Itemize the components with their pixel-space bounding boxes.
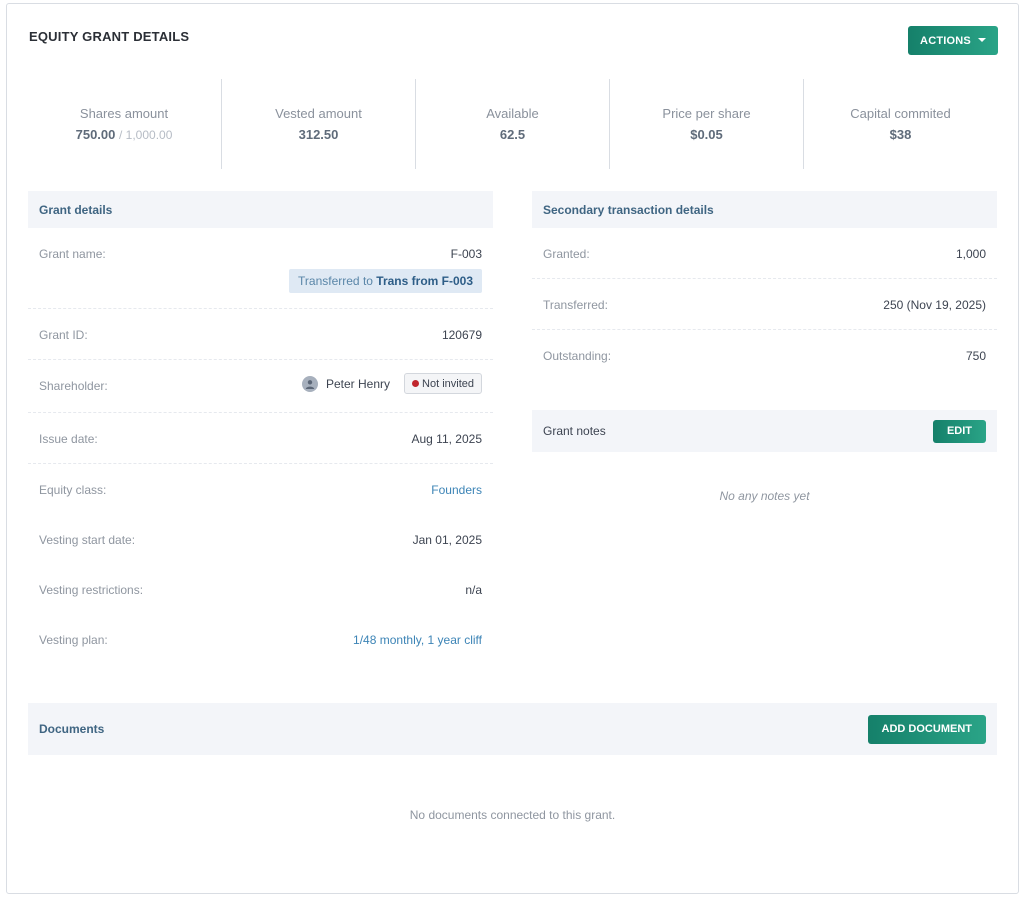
stat-vested-value: 312.50 (298, 127, 339, 142)
transferred-label: Transferred: (543, 298, 608, 312)
stat-capital: Capital commited $38 (803, 79, 997, 169)
page-title: EQUITY GRANT DETAILS (29, 29, 190, 44)
row-grant-id: Grant ID: 120679 (28, 309, 493, 360)
row-shareholder: Shareholder: Peter Henry Not invited (28, 360, 493, 413)
row-vesting-plan: Vesting plan: 1/48 monthly, 1 year cliff (28, 614, 493, 664)
stat-capital-value: $38 (889, 127, 912, 142)
notes-empty-text: No any notes yet (719, 489, 810, 503)
outstanding-value: 750 (965, 349, 986, 363)
grant-name-value: F-003 (450, 247, 482, 261)
vesting-start-label: Vesting start date: (39, 533, 136, 547)
vesting-plan-label: Vesting plan: (39, 633, 108, 647)
status-badge: Not invited (404, 373, 482, 394)
secondary-details-header: Secondary transaction details (532, 191, 997, 228)
stat-shares-value: 750.00 / 1,000.00 (76, 127, 173, 142)
transfer-prefix: Transferred to (298, 274, 373, 288)
documents-empty-text: No documents connected to this grant. (409, 808, 616, 822)
stat-available: Available 62.5 (415, 79, 609, 169)
shareholder-cell: Peter Henry Not invited (301, 360, 482, 394)
row-grant-name: Grant name: F-003 Transferred to Trans f… (28, 228, 493, 309)
grant-id-label: Grant ID: (39, 328, 88, 342)
row-transferred: Transferred: 250 (Nov 19, 2025) (532, 279, 997, 330)
equity-grant-card: EQUITY GRANT DETAILS ACTIONS Shares amou… (6, 3, 1019, 894)
equity-class-label: Equity class: (39, 483, 107, 497)
grant-notes-title: Grant notes (543, 424, 606, 438)
caret-down-icon (977, 37, 986, 42)
documents-title: Documents (39, 722, 105, 736)
equity-class-link[interactable]: Founders (431, 464, 482, 497)
grant-details-header: Grant details (28, 191, 493, 228)
issue-date-label: Issue date: (39, 432, 98, 446)
row-granted: Granted: 1,000 (532, 228, 997, 279)
granted-value: 1,000 (955, 247, 986, 261)
status-dot-icon (412, 380, 420, 387)
stat-shares: Shares amount 750.00 / 1,000.00 (27, 79, 221, 169)
add-document-button[interactable]: ADD DOCUMENT (867, 714, 986, 744)
edit-notes-button[interactable]: EDIT (932, 419, 986, 443)
stat-vested-label: Vested amount (275, 106, 362, 121)
stat-price-label: Price per share (662, 106, 751, 121)
transferred-value: 250 (Nov 19, 2025) (883, 298, 986, 312)
outstanding-label: Outstanding: (543, 349, 612, 363)
stat-shares-amount: 750.00 (75, 127, 116, 142)
row-outstanding: Outstanding: 750 (532, 330, 997, 380)
transfer-target-link[interactable]: Trans from F-003 (376, 274, 473, 288)
status-badge-label: Not invited (422, 377, 474, 390)
stat-shares-total: / 1,000.00 (119, 128, 173, 142)
actions-button-label: ACTIONS (920, 34, 971, 47)
row-equity-class: Equity class: Founders (28, 464, 493, 514)
granted-label: Granted: (543, 247, 590, 261)
row-vesting-start: Vesting start date: Jan 01, 2025 (28, 514, 493, 564)
stat-available-label: Available (486, 106, 539, 121)
vesting-start-value: Jan 01, 2025 (412, 533, 482, 547)
stat-price-value: $0.05 (690, 127, 723, 142)
transfer-badge[interactable]: Transferred to Trans from F-003 (289, 269, 482, 293)
vesting-restrictions-value: n/a (465, 583, 482, 597)
stat-shares-label: Shares amount (79, 106, 169, 121)
grant-id-value: 120679 (441, 328, 482, 342)
issue-date-value: Aug 11, 2025 (411, 432, 482, 446)
stats-bar: Shares amount 750.00 / 1,000.00 Vested a… (27, 79, 997, 169)
stat-price: Price per share $0.05 (609, 79, 803, 169)
row-issue-date: Issue date: Aug 11, 2025 (28, 413, 493, 464)
grant-name-label: Grant name: (39, 247, 106, 261)
documents-header: Documents ADD DOCUMENT (28, 703, 997, 755)
user-icon (301, 375, 318, 392)
shareholder-label: Shareholder: (39, 379, 108, 393)
vesting-plan-link[interactable]: 1/48 monthly, 1 year cliff (353, 614, 482, 647)
row-vesting-restrictions: Vesting restrictions: n/a (28, 564, 493, 614)
stat-available-value: 62.5 (499, 127, 526, 142)
shareholder-name[interactable]: Peter Henry (326, 377, 390, 391)
actions-button[interactable]: ACTIONS (908, 26, 998, 55)
stat-vested: Vested amount 312.50 (221, 79, 415, 169)
grant-notes-header: Grant notes EDIT (532, 410, 997, 452)
vesting-restrictions-label: Vesting restrictions: (39, 583, 144, 597)
grant-name-cell: F-003 Transferred to Trans from F-003 (289, 228, 482, 293)
stat-capital-label: Capital commited (850, 106, 951, 121)
